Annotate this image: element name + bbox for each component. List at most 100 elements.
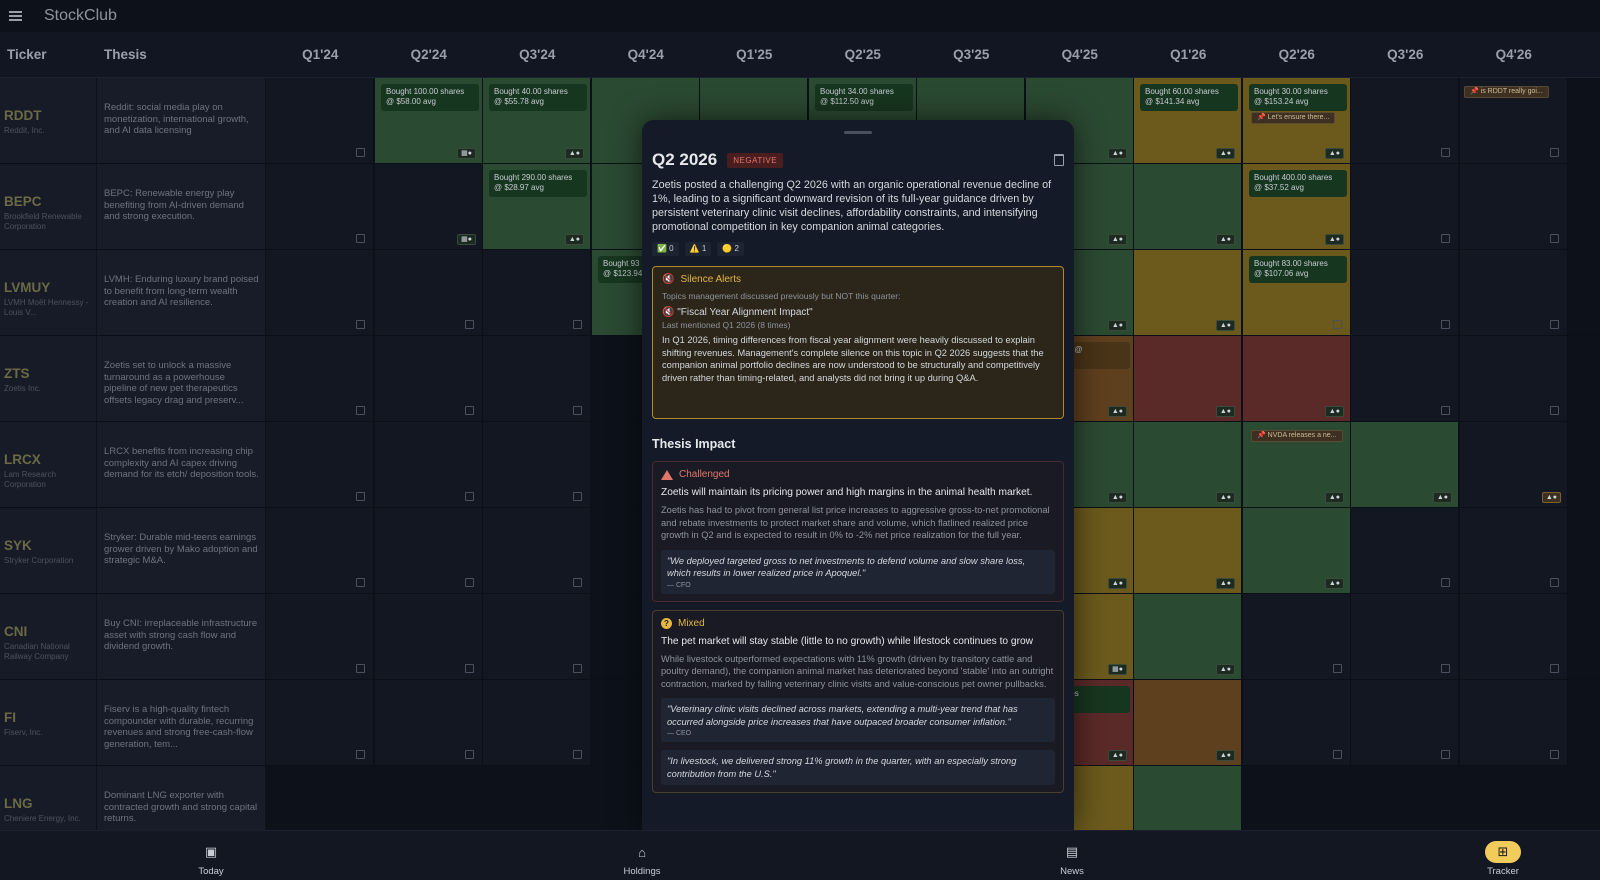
quarter-cell[interactable]: ▲● xyxy=(1134,422,1242,507)
warning-badge[interactable]: ▲● xyxy=(1432,492,1452,503)
quarter-cell[interactable] xyxy=(1351,164,1459,249)
ticker-cell[interactable]: LRCX Lam Research Corporation xyxy=(0,422,96,507)
quarter-cell[interactable]: ▲● xyxy=(1134,680,1242,765)
quarter-cell[interactable] xyxy=(1460,250,1568,335)
quarter-cell[interactable] xyxy=(1351,336,1459,421)
add-note-icon[interactable] xyxy=(1550,664,1559,673)
thesis-cell[interactable]: Reddit: social media play on monetizatio… xyxy=(97,78,265,163)
nav-holdings[interactable]: ⌂ Holdings xyxy=(602,831,682,880)
add-note-icon[interactable] xyxy=(356,148,365,157)
add-note-icon[interactable] xyxy=(465,492,474,501)
ticker-cell[interactable]: BEPC Brookfield Renewable Corporation xyxy=(0,164,96,249)
quarter-cell[interactable]: Bought 40.00 shares @ $55.78 avg ▲● xyxy=(483,78,591,163)
quarter-cell[interactable] xyxy=(266,78,374,163)
quarter-cell[interactable] xyxy=(1460,594,1568,679)
add-note-icon[interactable] xyxy=(356,750,365,759)
pinned-note[interactable]: 📌 NVDA releases a ne... xyxy=(1251,430,1343,442)
quarter-cell[interactable]: Bought 30.00 shares @ $153.24 avg 📌 Let's… xyxy=(1243,78,1351,163)
add-note-icon[interactable] xyxy=(1441,148,1450,157)
warning-badge[interactable]: ▲● xyxy=(1215,578,1235,589)
quarter-cell[interactable] xyxy=(266,422,374,507)
quarter-cell[interactable]: ▲● xyxy=(1134,594,1242,679)
quarter-cell[interactable] xyxy=(1243,594,1351,679)
add-note-icon[interactable] xyxy=(356,578,365,587)
add-note-icon[interactable] xyxy=(1550,578,1559,587)
thesis-cell[interactable]: Dominant LNG exporter with contracted gr… xyxy=(97,766,265,830)
add-note-icon[interactable] xyxy=(465,320,474,329)
add-note-icon[interactable] xyxy=(356,320,365,329)
add-note-icon[interactable] xyxy=(1441,320,1450,329)
warning-badge[interactable]: ▲● xyxy=(1324,406,1344,417)
quarter-cell[interactable]: Bought 400.00 shares @ $37.52 avg ▲● xyxy=(1243,164,1351,249)
warning-badge[interactable]: ▲● xyxy=(1215,406,1235,417)
quarter-cell[interactable] xyxy=(1460,680,1568,765)
quarter-cell[interactable] xyxy=(266,508,374,593)
quarter-cell[interactable]: ▲● xyxy=(1134,336,1242,421)
quarter-cell[interactable] xyxy=(1134,766,1242,830)
warning-badge[interactable]: ▲● xyxy=(1324,492,1344,503)
add-note-icon[interactable] xyxy=(356,406,365,415)
quarter-cell[interactable] xyxy=(375,422,483,507)
quarter-cell[interactable] xyxy=(483,250,591,335)
nav-today[interactable]: ▣ Today xyxy=(171,831,251,880)
add-note-icon[interactable] xyxy=(465,578,474,587)
quarter-cell[interactable] xyxy=(266,594,374,679)
ticker-cell[interactable]: FI Fiserv, Inc. xyxy=(0,680,96,765)
warning-badge[interactable]: ▲● xyxy=(1324,234,1344,245)
add-note-icon[interactable] xyxy=(573,492,582,501)
chart-badge[interactable]: ▦● xyxy=(1108,664,1127,675)
chart-badge[interactable]: ▦● xyxy=(457,148,476,159)
warning-badge[interactable]: ▲● xyxy=(1107,320,1127,331)
ticker-cell[interactable]: RDDT Reddit, Inc. xyxy=(0,78,96,163)
add-note-icon[interactable] xyxy=(1333,750,1342,759)
quarter-cell[interactable] xyxy=(375,250,483,335)
add-note-icon[interactable] xyxy=(1550,320,1559,329)
quarter-cell[interactable]: Bought 290.00 shares @ $28.97 avg ▲● xyxy=(483,164,591,249)
thesis-cell[interactable]: Fiserv is a high-quality fintech compoun… xyxy=(97,680,265,765)
add-note-icon[interactable] xyxy=(1441,578,1450,587)
quarter-cell[interactable]: ▲● xyxy=(1460,422,1568,507)
thesis-cell[interactable]: Zoetis set to unlock a massive turnaroun… xyxy=(97,336,265,421)
quarter-cell[interactable] xyxy=(266,250,374,335)
quarter-cell[interactable]: ▲● xyxy=(1134,250,1242,335)
quarter-cell[interactable] xyxy=(1351,250,1459,335)
nav-tracker[interactable]: ⊞ Tracker xyxy=(1463,831,1543,880)
quarter-cell[interactable]: Bought 83.00 shares @ $107.06 avg xyxy=(1243,250,1351,335)
add-note-icon[interactable] xyxy=(573,406,582,415)
quarter-cell[interactable] xyxy=(483,680,591,765)
warning-badge[interactable]: ▲● xyxy=(1215,492,1235,503)
quarter-cell[interactable]: ▲● xyxy=(1134,508,1242,593)
chart-badge[interactable]: ▦● xyxy=(457,234,476,245)
hamburger-menu-icon[interactable] xyxy=(0,0,30,32)
ticker-cell[interactable]: CNI Canadian National Railway Company xyxy=(0,594,96,679)
quarter-cell[interactable] xyxy=(266,164,374,249)
quarter-cell[interactable]: 📌 NVDA releases a ne... ▲● xyxy=(1243,422,1351,507)
drag-handle[interactable] xyxy=(844,131,872,134)
add-note-icon[interactable] xyxy=(1333,320,1342,329)
quarter-cell[interactable] xyxy=(1243,680,1351,765)
quarter-cell[interactable] xyxy=(1460,164,1568,249)
thesis-cell[interactable]: Stryker: Durable mid-teens earnings grow… xyxy=(97,508,265,593)
quarter-cell[interactable]: 📌 is RDDT really goi... xyxy=(1460,78,1568,163)
add-note-icon[interactable] xyxy=(573,578,582,587)
add-note-icon[interactable] xyxy=(1441,234,1450,243)
add-note-icon[interactable] xyxy=(356,492,365,501)
warning-badge[interactable]: ▲● xyxy=(1107,750,1127,761)
warning-badge[interactable]: ▲● xyxy=(1107,234,1127,245)
quarter-cell[interactable] xyxy=(1351,508,1459,593)
trash-icon[interactable] xyxy=(1054,154,1064,166)
quarter-cell[interactable] xyxy=(375,680,483,765)
quarter-cell[interactable]: ▲● xyxy=(1351,422,1459,507)
warning-badge[interactable]: ▲● xyxy=(564,148,584,159)
warning-badge[interactable]: ▲● xyxy=(1324,578,1344,589)
pinned-note[interactable]: 📌 Let's ensure there... xyxy=(1251,112,1336,124)
quarter-cell[interactable] xyxy=(1351,594,1459,679)
warning-badge[interactable]: ▲● xyxy=(564,234,584,245)
quarter-cell[interactable] xyxy=(375,508,483,593)
amber-warning-badge[interactable]: ▲● xyxy=(1541,492,1561,503)
quarter-cell[interactable]: ▲● xyxy=(1243,508,1351,593)
warning-badge[interactable]: ▲● xyxy=(1215,664,1235,675)
quarter-cell[interactable]: Bought 100.00 shares @ $58.00 avg ▦● xyxy=(375,78,483,163)
ticker-cell[interactable]: SYK Stryker Corporation xyxy=(0,508,96,593)
pinned-note[interactable]: 📌 is RDDT really goi... xyxy=(1464,86,1549,98)
